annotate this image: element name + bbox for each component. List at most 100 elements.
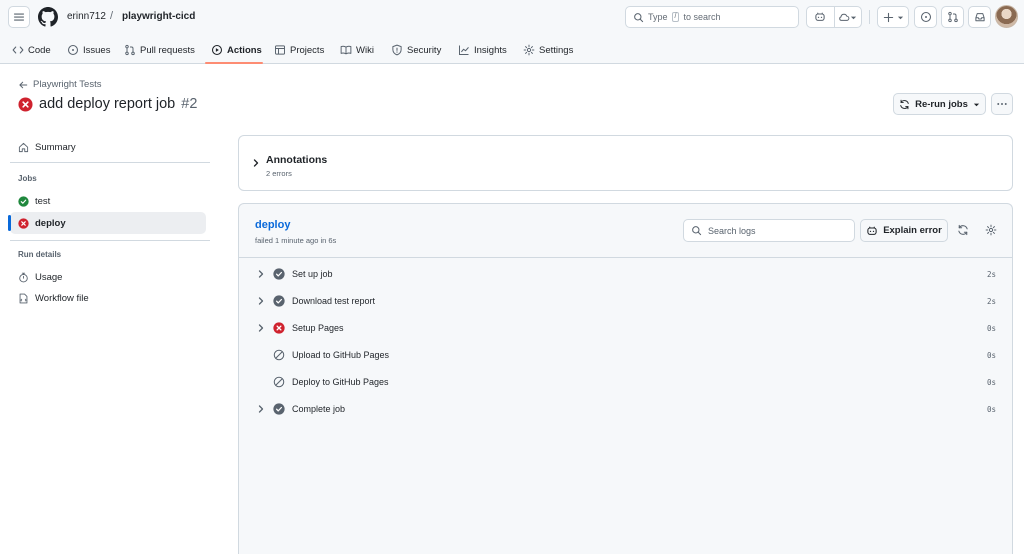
tab-actions[interactable]: Actions — [211, 36, 262, 64]
play-icon — [211, 44, 223, 56]
job-step[interactable]: Complete job 0s — [239, 397, 1012, 423]
sidebar-job-deploy[interactable]: deploy — [8, 212, 206, 234]
tab-code[interactable]: Code — [12, 36, 51, 64]
job-step[interactable]: Deploy to GitHub Pages 0s — [239, 370, 1012, 396]
tab-pull-requests[interactable]: Pull requests — [124, 36, 195, 64]
shield-icon — [391, 44, 403, 56]
search-suffix-text: to search — [683, 12, 721, 22]
book-icon — [340, 44, 352, 56]
tab-settings[interactable]: Settings — [523, 36, 573, 64]
sidebar-divider — [10, 162, 210, 163]
tab-label: Insights — [474, 44, 507, 56]
tab-insights[interactable]: Insights — [458, 36, 507, 64]
step-duration: 2s — [986, 270, 996, 279]
job-name-link[interactable]: deploy — [255, 219, 290, 231]
cloud-icon — [838, 11, 850, 23]
breadcrumb-owner[interactable]: erinn712 — [67, 11, 106, 22]
inbox-button[interactable] — [968, 6, 991, 28]
chevron-down-icon — [973, 101, 980, 108]
sidebar-item-label: deploy — [35, 217, 66, 229]
rerun-label: Re-run jobs — [915, 98, 968, 110]
chevron-right-icon — [257, 270, 265, 278]
step-duration: 0s — [986, 405, 996, 414]
explain-error-button[interactable]: Explain error — [860, 219, 948, 242]
menu-button[interactable] — [8, 6, 30, 28]
annotations-count: 2 errors — [266, 169, 292, 178]
tab-issues[interactable]: Issues — [67, 36, 110, 64]
more-options-button[interactable] — [991, 93, 1013, 115]
step-duration: 0s — [986, 378, 996, 387]
sidebar-item-label: Workflow file — [35, 292, 89, 304]
step-duration: 0s — [986, 351, 996, 360]
step-name: Complete job — [292, 404, 346, 414]
tab-wiki[interactable]: Wiki — [340, 36, 374, 64]
rerun-jobs-button[interactable]: Re-run jobs — [893, 93, 986, 115]
github-logo-icon[interactable] — [38, 7, 58, 27]
check-circle-fill-icon — [273, 403, 285, 415]
global-search-input[interactable]: Type / to search — [625, 6, 799, 28]
graph-icon — [458, 44, 470, 56]
issue-icon — [920, 11, 932, 23]
sidebar-item-usage[interactable]: Usage — [10, 266, 206, 288]
search-shortcut-key: / — [671, 12, 680, 22]
tab-label: Actions — [227, 44, 262, 56]
search-prefix-text: Type — [648, 12, 668, 22]
sync-icon — [899, 99, 910, 110]
sidebar-divider — [10, 240, 210, 241]
tab-label: Settings — [539, 44, 574, 56]
job-step[interactable]: Download test report 2s — [239, 289, 1012, 315]
header-row: erinn712 / playwright-cicd Type / to sea… — [0, 0, 1024, 34]
job-step[interactable]: Setup Pages 0s — [239, 316, 1012, 342]
jobs-heading: Jobs — [18, 174, 37, 183]
active-tab-indicator — [205, 62, 263, 64]
chevron-right-icon — [257, 297, 265, 305]
copilot-icon — [814, 11, 826, 23]
chevron-right-icon — [252, 159, 260, 167]
log-settings-button[interactable] — [984, 223, 998, 237]
repo-nav-tabs: Code Issues Pull requests Actions Projec… — [0, 36, 1024, 64]
search-logs-input[interactable]: Search logs — [683, 219, 855, 242]
job-step[interactable]: Set up job 2s — [239, 262, 1012, 288]
job-step[interactable]: Upload to GitHub Pages 0s — [239, 343, 1012, 369]
step-duration: 0s — [986, 324, 996, 333]
tab-label: Projects — [290, 44, 325, 56]
breadcrumb-separator: / — [110, 10, 114, 22]
search-logs-placeholder: Search logs — [708, 225, 756, 236]
tab-security[interactable]: Security — [391, 36, 441, 64]
copilot-button-group — [806, 6, 862, 28]
copilot-button[interactable] — [807, 7, 834, 27]
tab-projects[interactable]: Projects — [274, 36, 324, 64]
x-circle-fill-icon — [273, 322, 285, 334]
search-icon — [633, 12, 644, 23]
issues-button[interactable] — [914, 6, 937, 28]
annotations-panel[interactable]: Annotations 2 errors — [238, 135, 1013, 191]
step-name: Setup Pages — [292, 323, 344, 333]
search-icon — [691, 225, 702, 236]
global-header: erinn712 / playwright-cicd Type / to sea… — [0, 0, 1024, 64]
step-name: Deploy to GitHub Pages — [292, 377, 389, 387]
breadcrumb-repo[interactable]: playwright-cicd — [122, 11, 195, 22]
chevron-right-icon — [257, 324, 265, 332]
chevron-down-icon — [897, 14, 904, 21]
kebab-horizontal-icon — [996, 98, 1008, 110]
table-icon — [274, 44, 286, 56]
check-circle-fill-icon — [18, 195, 29, 207]
create-new-button[interactable] — [877, 6, 909, 28]
step-name: Download test report — [292, 296, 376, 306]
copilot-menu-button[interactable] — [835, 7, 862, 27]
stopwatch-icon — [18, 272, 29, 283]
check-circle-fill-icon — [273, 268, 285, 280]
sidebar-item-summary[interactable]: Summary — [10, 136, 206, 158]
user-avatar[interactable] — [995, 5, 1018, 28]
chevron-right-icon — [257, 405, 265, 413]
sidebar-item-label: Usage — [35, 271, 63, 283]
plus-icon — [883, 12, 894, 23]
sidebar-item-workflow-file[interactable]: Workflow file — [10, 287, 206, 309]
code-icon — [12, 44, 24, 56]
sidebar-job-test[interactable]: test — [10, 190, 206, 212]
back-to-workflow-link[interactable]: Playwright Tests — [18, 79, 101, 90]
pull-requests-button[interactable] — [941, 6, 964, 28]
header-divider — [869, 10, 870, 24]
refresh-button[interactable] — [956, 223, 970, 237]
run-number: #2 — [181, 96, 198, 112]
